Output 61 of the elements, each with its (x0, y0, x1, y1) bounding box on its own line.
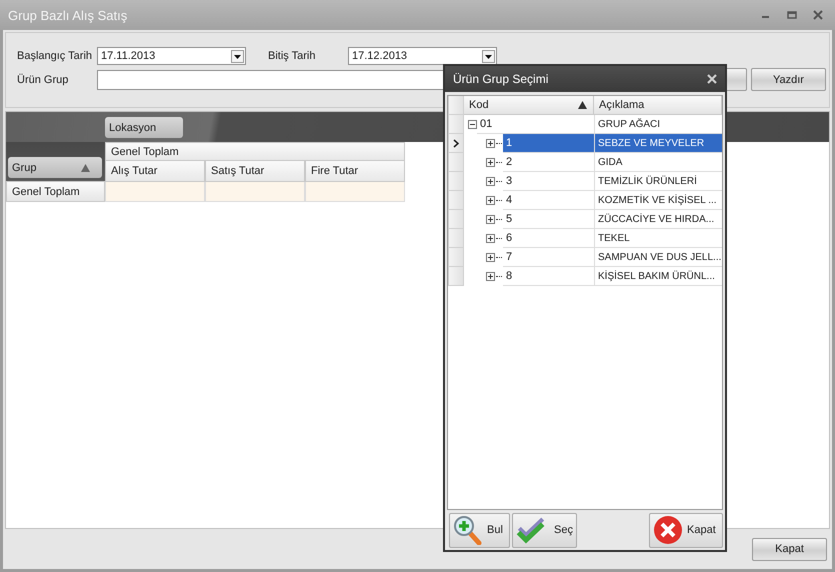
column-header: Genel Toplam (105, 142, 405, 161)
expand-icon[interactable] (486, 234, 495, 243)
tree-cell[interactable]: 8 (503, 267, 594, 286)
expand-icon[interactable] (486, 158, 495, 167)
tree-cell[interactable]: TEKEL (594, 229, 722, 248)
expand-icon[interactable] (486, 215, 495, 224)
tree-cell[interactable]: KİŞİSEL BAKIM ÜRÜNL... (594, 267, 722, 286)
tree-cell[interactable]: GIDA (594, 153, 722, 172)
column-header[interactable]: Açıklama (594, 96, 722, 115)
column-header: Alış Tutar (105, 161, 205, 182)
close-icon (813, 10, 823, 20)
row-header: Genel Toplam (6, 181, 105, 202)
tree-cell[interactable]: 3 (503, 172, 594, 191)
row-field-button[interactable]: Grup (8, 157, 102, 178)
maximize-icon (787, 10, 797, 20)
row-indicator (448, 229, 464, 248)
sort-up-icon (81, 164, 90, 172)
tree-cell[interactable]: 5 (503, 210, 594, 229)
tree-cell[interactable]: 7 (503, 248, 594, 267)
current-row-icon (453, 138, 459, 148)
print-button[interactable]: Yazdır (751, 68, 826, 91)
tree-cell[interactable]: KOZMETİK VE KİŞİSEL ... (594, 191, 722, 210)
tree-cell[interactable]: TEMİZLİK ÜRÜNLERİ (594, 172, 722, 191)
field-label: Başlangıç Tarih (17, 50, 94, 62)
expand-icon[interactable] (486, 177, 495, 186)
cancel-icon (653, 515, 683, 545)
row-indicator-header (448, 96, 464, 115)
column-header: Satış Tutar (205, 161, 305, 182)
row-indicator (448, 172, 464, 191)
column-header[interactable]: Kod (464, 96, 594, 115)
expand-icon[interactable] (486, 272, 495, 281)
tree-cell[interactable]: SEBZE VE MEYVELER (594, 134, 722, 153)
date-field[interactable]: 17.11.2013 (97, 47, 246, 65)
checkmark-icon (516, 515, 546, 545)
column-field-button[interactable]: Lokasyon (105, 117, 183, 138)
column-header: Fire Tutar (305, 161, 405, 182)
tree-cell[interactable]: ZÜCCACİYE VE HIRDA... (594, 210, 722, 229)
window-title: Grup Bazlı Alış Satış (8, 8, 128, 22)
close-button[interactable]: Kapat (752, 538, 827, 560)
close-button[interactable]: Kapat (649, 512, 723, 548)
row-indicator (448, 267, 464, 286)
expand-icon[interactable] (486, 253, 495, 262)
row-indicator (448, 191, 464, 210)
row-indicator (448, 248, 464, 267)
select-button[interactable]: Seç (512, 512, 577, 548)
expand-icon[interactable] (486, 139, 495, 148)
field-label: Ürün Grup (17, 74, 70, 86)
date-field[interactable]: 17.12.2013 (348, 47, 497, 65)
row-indicator (448, 210, 464, 229)
close-icon (707, 74, 717, 84)
tree-cell[interactable]: 1 (503, 134, 594, 153)
tree-cell[interactable]: 2 (503, 153, 594, 172)
tree-cell[interactable]: 6 (503, 229, 594, 248)
tree-cell[interactable]: SAMPUAN VE DUS JELL... (594, 248, 722, 267)
field-label: Bitiş Tarih (268, 50, 316, 62)
expand-icon[interactable] (486, 196, 495, 205)
dialog-title: Ürün Grup Seçimi (453, 72, 548, 86)
find-button[interactable]: Bul (449, 512, 510, 548)
tree-cell[interactable]: 4 (503, 191, 594, 210)
collapse-icon[interactable] (468, 120, 477, 129)
magnifier-plus-icon (453, 515, 483, 545)
